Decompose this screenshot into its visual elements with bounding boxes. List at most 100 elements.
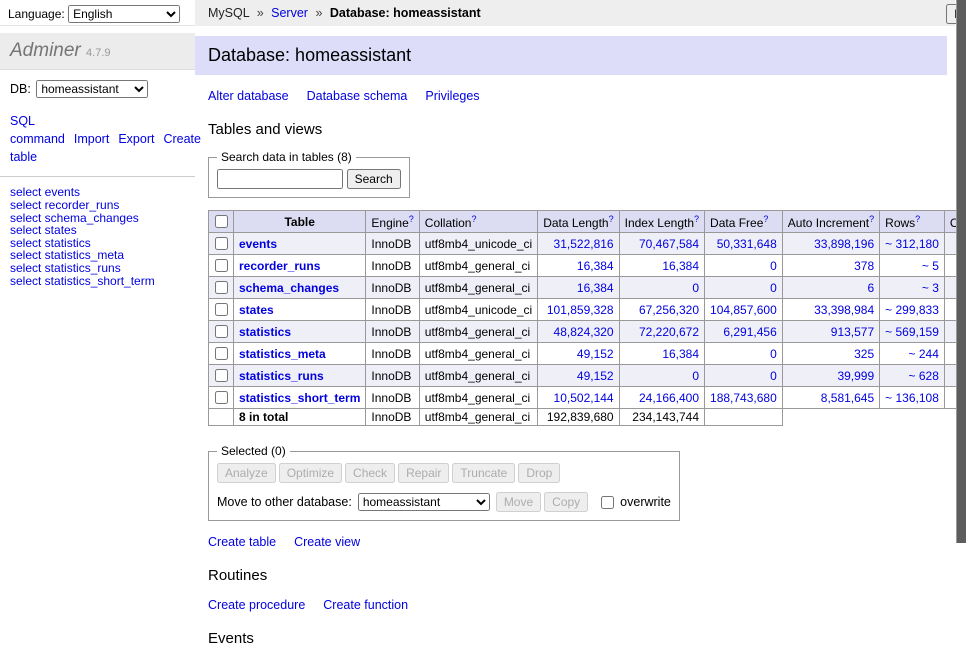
truncate-button[interactable]: Truncate <box>452 463 515 483</box>
column-help-link[interactable]: ? <box>609 214 614 224</box>
create-view-link[interactable]: Create view <box>294 535 360 549</box>
breadcrumb-mysql-link[interactable]: MySQL <box>208 6 249 20</box>
data-length-link[interactable]: 101,859,328 <box>547 303 614 317</box>
data-length-link[interactable]: 49,152 <box>577 347 614 361</box>
table-link-states[interactable]: states <box>239 303 274 317</box>
check-button[interactable]: Check <box>345 463 395 483</box>
data-free-link[interactable]: 6,291,456 <box>723 325 776 339</box>
analyze-button[interactable]: Analyze <box>217 463 276 483</box>
data-length-link[interactable]: 16,384 <box>577 259 614 273</box>
database-schema-link[interactable]: Database schema <box>307 89 408 103</box>
rows-link[interactable]: ~ 569,159 <box>885 325 939 339</box>
index-length-link[interactable]: 16,384 <box>662 347 699 361</box>
index-length-link[interactable]: 72,220,672 <box>639 325 699 339</box>
data-free-link[interactable]: 50,331,648 <box>717 237 777 251</box>
select-states-link[interactable]: select states <box>10 224 187 237</box>
data-length-link[interactable]: 49,152 <box>577 369 614 383</box>
data-length-link[interactable]: 48,824,320 <box>554 325 614 339</box>
sql-command-link[interactable]: SQL command <box>10 114 65 146</box>
export-link[interactable]: Export <box>118 132 154 146</box>
overwrite-label[interactable]: overwrite <box>597 493 671 512</box>
db-select[interactable]: homeassistant <box>36 80 148 98</box>
alter-database-link[interactable]: Alter database <box>208 89 289 103</box>
overwrite-checkbox[interactable] <box>601 496 614 509</box>
index-length-link[interactable]: 67,256,320 <box>639 303 699 317</box>
create-procedure-link[interactable]: Create procedure <box>208 598 305 612</box>
data-free-link[interactable]: 104,857,600 <box>710 303 777 317</box>
select-recorder-runs-link[interactable]: select recorder_runs <box>10 199 187 212</box>
select-all-checkbox[interactable] <box>215 215 228 228</box>
row-checkbox[interactable] <box>215 281 228 294</box>
auto-increment-link[interactable]: 325 <box>854 347 874 361</box>
search-input[interactable] <box>217 169 343 189</box>
auto-increment-link[interactable]: 39,999 <box>837 369 874 383</box>
move-button[interactable]: Move <box>496 492 541 512</box>
privileges-link[interactable]: Privileges <box>425 89 479 103</box>
data-length-link[interactable]: 16,384 <box>577 281 614 295</box>
select-statistics-runs-link[interactable]: select statistics_runs <box>10 262 187 275</box>
breadcrumb-server-link[interactable]: Server <box>271 6 308 20</box>
data-length-link[interactable]: 31,522,816 <box>554 237 614 251</box>
vertical-scrollbar[interactable] <box>956 0 966 543</box>
data-free-link[interactable]: 0 <box>770 259 777 273</box>
table-link-statistics-meta[interactable]: statistics_meta <box>239 347 326 361</box>
index-length-link[interactable]: 0 <box>692 281 699 295</box>
optimize-button[interactable]: Optimize <box>279 463 342 483</box>
copy-button[interactable]: Copy <box>544 492 588 512</box>
column-help-link[interactable]: ? <box>869 214 874 224</box>
rows-link[interactable]: ~ 299,833 <box>885 303 939 317</box>
create-function-link[interactable]: Create function <box>323 598 408 612</box>
create-table-link[interactable]: Create table <box>208 535 276 549</box>
data-free-link[interactable]: 0 <box>770 281 777 295</box>
row-checkbox[interactable] <box>215 347 228 360</box>
rows-link[interactable]: ~ 312,180 <box>885 237 939 251</box>
auto-increment-link[interactable]: 33,898,196 <box>814 237 874 251</box>
row-check-cell <box>209 321 234 343</box>
row-checkbox[interactable] <box>215 369 228 382</box>
index-length-link[interactable]: 16,384 <box>662 259 699 273</box>
move-db-select[interactable]: homeassistant <box>358 493 490 511</box>
index-length-link[interactable]: 70,467,584 <box>639 237 699 251</box>
repair-button[interactable]: Repair <box>398 463 449 483</box>
collation-cell: utf8mb4_general_ci <box>419 277 537 299</box>
search-button[interactable]: Search <box>347 169 401 189</box>
table-link-recorder-runs[interactable]: recorder_runs <box>239 259 320 273</box>
language-select[interactable]: English <box>68 5 180 23</box>
import-link[interactable]: Import <box>74 132 109 146</box>
rows-link[interactable]: ~ 244 <box>909 347 939 361</box>
row-checkbox[interactable] <box>215 303 228 316</box>
table-link-statistics-runs[interactable]: statistics_runs <box>239 369 324 383</box>
table-link-schema-changes[interactable]: schema_changes <box>239 281 339 295</box>
drop-button[interactable]: Drop <box>518 463 560 483</box>
auto-increment-link[interactable]: 33,398,984 <box>814 303 874 317</box>
row-checkbox[interactable] <box>215 259 228 272</box>
row-checkbox[interactable] <box>215 237 228 250</box>
row-checkbox[interactable] <box>215 325 228 338</box>
index-length-link[interactable]: 0 <box>692 369 699 383</box>
column-help-link[interactable]: ? <box>763 214 768 224</box>
rows-link[interactable]: ~ 3 <box>922 281 939 295</box>
data-free-link[interactable]: 188,743,680 <box>710 391 777 405</box>
auto-increment-link[interactable]: 6 <box>867 281 874 295</box>
data-free-link[interactable]: 0 <box>770 347 777 361</box>
column-help-link[interactable]: ? <box>915 214 920 224</box>
row-checkbox[interactable] <box>215 391 228 404</box>
table-link-statistics-short-term[interactable]: statistics_short_term <box>239 391 360 405</box>
data-length-link[interactable]: 10,502,144 <box>554 391 614 405</box>
auto-increment-link[interactable]: 378 <box>854 259 874 273</box>
rows-link[interactable]: ~ 628 <box>909 369 939 383</box>
auto-increment-link[interactable]: 8,581,645 <box>821 391 874 405</box>
table-link-statistics[interactable]: statistics <box>239 325 291 339</box>
column-help-link[interactable]: ? <box>471 214 476 224</box>
index-length-link[interactable]: 24,166,400 <box>639 391 699 405</box>
table-link-events[interactable]: events <box>239 237 277 251</box>
data-free-link[interactable]: 0 <box>770 369 777 383</box>
rows-link[interactable]: ~ 136,108 <box>885 391 939 405</box>
column-help-link[interactable]: ? <box>409 214 414 224</box>
column-help-link[interactable]: ? <box>694 214 699 224</box>
auto-increment-link[interactable]: 913,577 <box>831 325 874 339</box>
rows-cell: ~ 628 <box>880 365 945 387</box>
select-statistics-short-term-link[interactable]: select statistics_short_term <box>10 275 187 288</box>
rows-link[interactable]: ~ 5 <box>922 259 939 273</box>
scrollbar-thumb[interactable] <box>957 0 966 543</box>
